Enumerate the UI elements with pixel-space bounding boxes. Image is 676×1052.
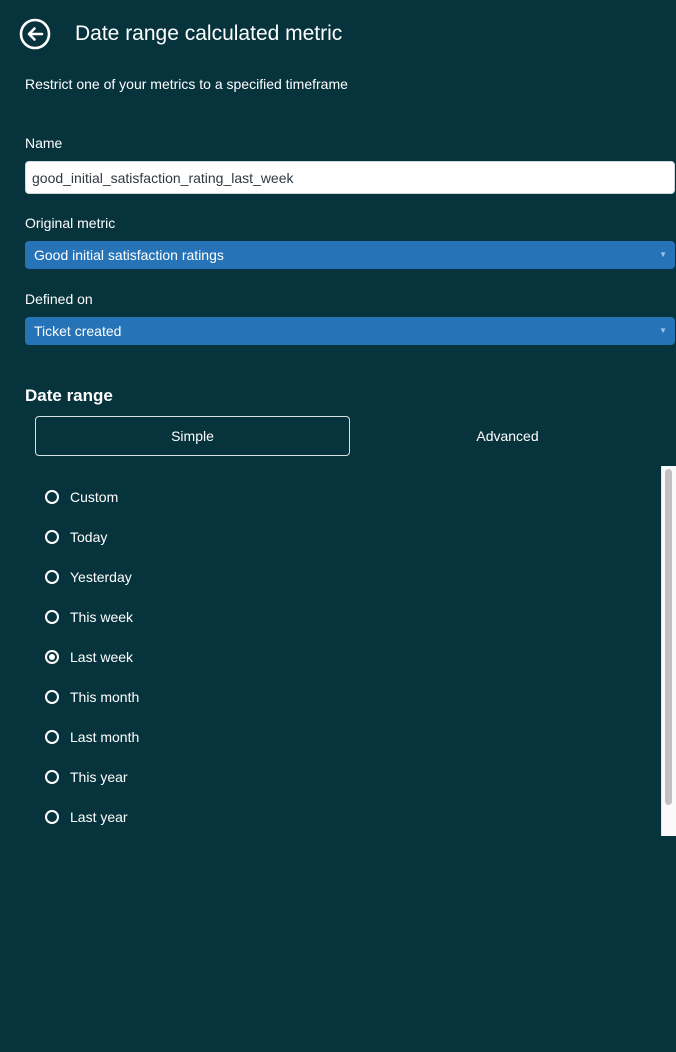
name-input[interactable] [25,161,675,194]
radio-option-custom[interactable]: Custom [35,477,655,517]
original-metric-select[interactable]: Good initial satisfaction ratings ▼ [25,241,675,269]
radio-label: Today [70,529,108,545]
page-subtitle: Restrict one of your metrics to a specif… [25,76,348,92]
radio-option-today[interactable]: Today [35,517,655,557]
radio-button[interactable] [45,490,59,504]
radio-button[interactable] [45,530,59,544]
radio-option-yesterday[interactable]: Yesterday [35,557,655,597]
radio-label: Last year [70,809,128,825]
back-arrow-icon[interactable] [19,18,51,50]
original-metric-value: Good initial satisfaction ratings [34,247,224,263]
radio-button[interactable] [45,610,59,624]
radio-label: Last month [70,729,140,745]
radio-option-last-week[interactable]: Last week [35,637,655,677]
tab-advanced[interactable]: Advanced [350,416,665,456]
radio-label: Last week [70,649,134,665]
date-range-heading: Date range [25,386,113,405]
date-range-options: Custom Today Yesterday This week Last we… [35,477,655,837]
radio-button[interactable] [45,810,59,824]
header: Date range calculated metric [0,0,676,68]
radio-option-this-week[interactable]: This week [35,597,655,637]
name-label: Name [25,135,63,151]
radio-label: Custom [70,489,119,505]
radio-button[interactable] [45,570,59,584]
original-metric-label: Original metric [25,215,116,231]
radio-option-last-month[interactable]: Last month [35,717,655,757]
radio-button[interactable] [45,730,59,744]
defined-on-select[interactable]: Ticket created ▼ [25,317,675,345]
radio-option-this-month[interactable]: This month [35,677,655,717]
caret-down-icon: ▼ [659,326,667,335]
radio-label: Yesterday [70,569,132,585]
radio-label: This month [70,689,140,705]
defined-on-label: Defined on [25,291,93,307]
scrollbar-thumb[interactable] [665,469,672,805]
radio-button[interactable] [45,770,59,784]
radio-button-selected[interactable] [45,650,59,664]
radio-option-this-year[interactable]: This year [35,757,655,797]
caret-down-icon: ▼ [659,250,667,259]
radio-label: This week [70,609,134,625]
radio-button[interactable] [45,690,59,704]
defined-on-value: Ticket created [34,323,122,339]
options-scrollbar[interactable] [661,466,676,836]
tab-simple[interactable]: Simple [35,416,350,456]
radio-label: This year [70,769,128,785]
radio-option-last-year[interactable]: Last year [35,797,655,837]
page-title: Date range calculated metric [75,22,343,45]
